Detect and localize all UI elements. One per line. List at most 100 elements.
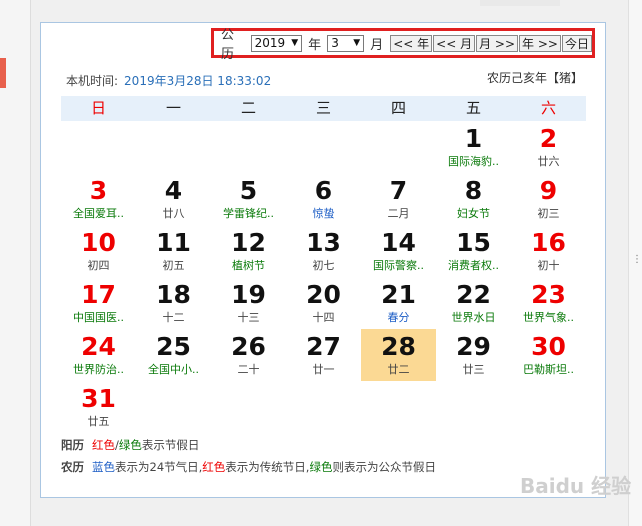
- calendar-day[interactable]: 25 全国中小..: [136, 329, 211, 381]
- legend-lunar-text1: 表示为24节气日,: [115, 460, 203, 474]
- calendar-day[interactable]: 24 世界防治..: [61, 329, 136, 381]
- calendar-day[interactable]: 15 消费者权..: [436, 225, 511, 277]
- calendar-day[interactable]: 18 十二: [136, 277, 211, 329]
- legend-solar-text: 表示节假日: [141, 438, 200, 452]
- calendar-panel: 公历 2019 ▼ 年 3 ▼ 月 << 年 << 月 月 >> 年 >> 今日…: [40, 22, 606, 498]
- chevron-down-icon: ▼: [291, 38, 299, 48]
- weekday-tue: 二: [240, 99, 256, 117]
- chevron-down-icon: ▼: [353, 38, 361, 48]
- day-number: 27: [306, 332, 341, 361]
- legend-lunar-red: 红色: [202, 460, 226, 474]
- month-select[interactable]: 3 ▼: [327, 34, 365, 52]
- background-accent: [0, 58, 6, 88]
- calendar-day[interactable]: 5 学雷锋纪..: [211, 173, 286, 225]
- day-number: 2: [539, 124, 558, 153]
- calendar-day[interactable]: 2 廿六: [511, 121, 586, 173]
- year-value: 2019: [254, 36, 286, 50]
- day-subtext: 廿八: [162, 207, 185, 220]
- scroll-grip-icon: ⋮: [632, 254, 642, 265]
- day-subtext: 廿二: [387, 363, 410, 376]
- day-subtext: 学雷锋纪..: [223, 207, 274, 220]
- calendar-day[interactable]: 27 廿一: [286, 329, 361, 381]
- weekday-wed: 三: [315, 99, 331, 117]
- prev-month-button[interactable]: << 月: [433, 34, 476, 52]
- day-subtext: 世界气象..: [523, 311, 574, 324]
- day-number: 16: [531, 228, 566, 257]
- calendar-day[interactable]: 30 巴勒斯坦..: [511, 329, 586, 381]
- day-number: 15: [456, 228, 491, 257]
- legend-lunar-blue: 蓝色: [92, 460, 115, 474]
- background-strip: [480, 0, 560, 6]
- calendar-day[interactable]: 4 廿八: [136, 173, 211, 225]
- day-subtext: 世界水日: [451, 311, 496, 324]
- prev-year-button[interactable]: << 年: [390, 34, 433, 52]
- year-select[interactable]: 2019 ▼: [250, 34, 303, 52]
- lunar-year-label: 农历己亥年【猪】: [486, 71, 583, 85]
- calendar-day[interactable]: 14 国际警察..: [361, 225, 436, 277]
- calendar-day[interactable]: 20 十四: [286, 277, 361, 329]
- day-number: 18: [156, 280, 191, 309]
- background-left-pane: [0, 0, 31, 526]
- month-unit-label: 月: [370, 37, 384, 53]
- day-subtext: 十二: [162, 311, 185, 324]
- legend-lunar-text3: 则表示为公众节假日: [332, 460, 436, 474]
- calendar-day[interactable]: 19 十三: [211, 277, 286, 329]
- legend-solar: 阳历 红色/绿色表示节假日: [61, 437, 199, 453]
- day-subtext: 国际海豹..: [448, 155, 499, 168]
- day-number: 7: [389, 176, 408, 205]
- calendar-nav-bar: 公历 2019 ▼ 年 3 ▼ 月 << 年 << 月 月 >> 年 >> 今日: [211, 28, 595, 62]
- day-number: 12: [231, 228, 266, 257]
- next-month-button[interactable]: 月 >>: [476, 34, 519, 52]
- calendar-day-today[interactable]: 28 廿二: [361, 329, 436, 381]
- day-number: 21: [381, 280, 416, 309]
- day-number: 13: [306, 228, 341, 257]
- day-subtext: 世界防治..: [73, 363, 124, 376]
- day-subtext: 二十: [237, 363, 260, 376]
- calendar-day[interactable]: 26 二十: [211, 329, 286, 381]
- calendar-day[interactable]: 22 世界水日: [436, 277, 511, 329]
- calendar-day[interactable]: 7 二月: [361, 173, 436, 225]
- day-subtext: 二月: [387, 207, 410, 220]
- day-subtext: 廿一: [312, 363, 335, 376]
- day-number: 19: [231, 280, 266, 309]
- day-number: 24: [81, 332, 116, 361]
- calendar-day[interactable]: 9 初三: [511, 173, 586, 225]
- day-number: 10: [81, 228, 116, 257]
- day-subtext: 春分: [387, 311, 410, 324]
- next-year-button[interactable]: 年 >>: [519, 34, 561, 52]
- calendar-day[interactable]: 23 世界气象..: [511, 277, 586, 329]
- calendar-day[interactable]: 8 妇女节: [436, 173, 511, 225]
- today-button[interactable]: 今日: [561, 34, 592, 52]
- calendar-day[interactable]: 3 全国爱耳..: [61, 173, 136, 225]
- day-subtext: 惊蛰: [312, 207, 335, 220]
- calendar-day[interactable]: 1 国际海豹..: [436, 121, 511, 173]
- calendar-day[interactable]: 12 植树节: [211, 225, 286, 277]
- day-number: 30: [531, 332, 566, 361]
- calendar-day[interactable]: 11 初五: [136, 225, 211, 277]
- day-number: 28: [381, 332, 416, 361]
- local-time-row: 本机时间: 2019年3月28日 18:33:02: [66, 72, 271, 89]
- day-subtext: 全国中小..: [148, 363, 199, 376]
- day-number: 3: [89, 176, 108, 205]
- day-subtext: 妇女节: [457, 207, 490, 220]
- calendar-day[interactable]: 17 中国国医..: [61, 277, 136, 329]
- calendar-day[interactable]: 21 春分: [361, 277, 436, 329]
- calendar-day[interactable]: 13 初七: [286, 225, 361, 277]
- legend-solar-red: 红色: [92, 438, 115, 452]
- day-number: 17: [81, 280, 116, 309]
- day-subtext: 初四: [87, 259, 110, 272]
- scrollbar[interactable]: ⋮: [628, 0, 642, 526]
- calendar-type-label: 公历: [221, 28, 235, 62]
- calendar-day[interactable]: 29 廿三: [436, 329, 511, 381]
- calendar-day[interactable]: 31 廿五: [61, 381, 136, 433]
- calendar-day[interactable]: 10 初四: [61, 225, 136, 277]
- weekday-thu: 四: [390, 99, 406, 117]
- day-subtext: 植树节: [232, 259, 265, 272]
- calendar-day[interactable]: 6 惊蛰: [286, 173, 361, 225]
- weekday-mon: 一: [165, 99, 181, 117]
- day-subtext: 廿五: [87, 415, 110, 428]
- legend-lunar-green: 绿色: [309, 460, 333, 474]
- day-number: 20: [306, 280, 341, 309]
- day-number: 11: [156, 228, 191, 257]
- calendar-day[interactable]: 16 初十: [511, 225, 586, 277]
